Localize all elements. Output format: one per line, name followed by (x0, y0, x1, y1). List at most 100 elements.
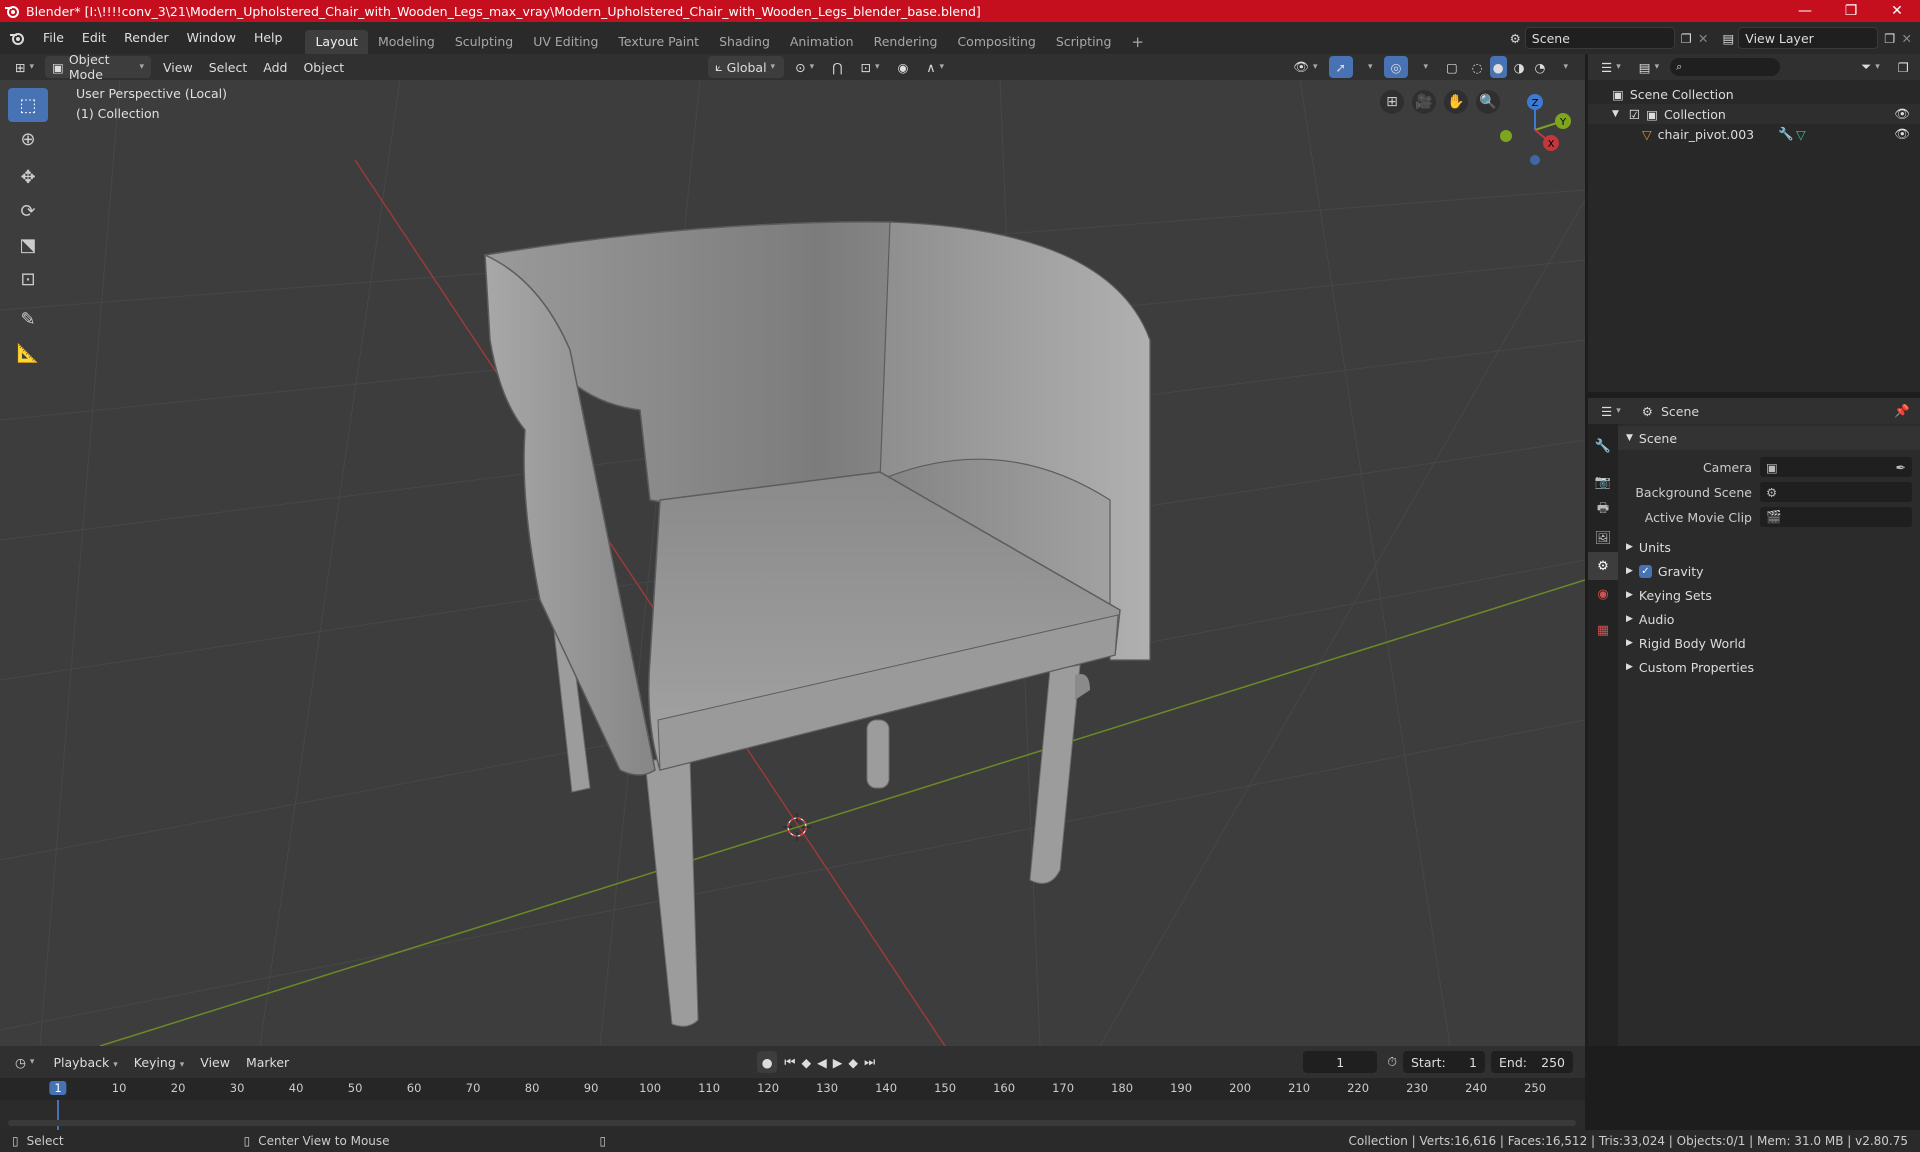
render-tab[interactable]: 📷 (1588, 468, 1618, 496)
delete-view-layer-icon[interactable]: ✕ (1902, 31, 1912, 46)
prev-keyframe-button[interactable]: ◆ (798, 1055, 814, 1070)
output-tab[interactable]: 🖶 (1588, 496, 1618, 524)
rigid-body-world-panel[interactable]: ▶ Rigid Body World (1618, 631, 1920, 655)
annotate-tool[interactable]: ✎ (8, 302, 48, 336)
tab-uv-editing[interactable]: UV Editing (523, 30, 608, 54)
custom-properties-panel[interactable]: ▶ Custom Properties (1618, 655, 1920, 679)
pivot-point-button[interactable]: ⊙ ▾ (788, 56, 821, 78)
play-button[interactable]: ▶ (830, 1055, 846, 1070)
maximize-button[interactable]: ❐ (1828, 0, 1874, 22)
collection-checkbox[interactable]: ☑ (1629, 107, 1640, 122)
gravity-checkbox[interactable]: ✓ (1638, 564, 1652, 578)
scene-icon[interactable]: ⚙ (1510, 31, 1521, 46)
next-keyframe-button[interactable]: ◆ (845, 1055, 861, 1070)
world-tab[interactable]: ◉ (1588, 580, 1618, 608)
new-collection-button[interactable]: ❐ (1891, 56, 1916, 78)
select-box-tool[interactable]: ⬚ (8, 88, 48, 122)
viewport-menu-object[interactable]: Object (295, 60, 352, 75)
play-reverse-button[interactable]: ◀ (814, 1055, 830, 1070)
toggle-camera-view-icon[interactable]: ⊞ (1380, 90, 1404, 114)
new-view-layer-icon[interactable]: ❐ (1884, 31, 1895, 46)
gravity-panel[interactable]: ▶ ✓ Gravity (1618, 559, 1920, 583)
shading-solid-button[interactable]: ● (1489, 56, 1507, 78)
tab-scripting[interactable]: Scripting (1046, 30, 1122, 54)
stopwatch-icon[interactable]: ⏱ (1387, 1054, 1397, 1070)
timeline-menu-keying[interactable]: Keying ▾ (126, 1055, 193, 1070)
scene-panel-header[interactable]: ▼ Scene (1618, 426, 1920, 450)
tab-animation[interactable]: Animation (780, 30, 864, 54)
scene-tab[interactable]: ⚙ (1588, 552, 1618, 580)
xray-toggle[interactable]: ▢ (1439, 56, 1465, 78)
overlays-dropdown[interactable]: ▾ (1412, 56, 1435, 78)
visibility-eye-icon[interactable]: 👁 (1894, 106, 1910, 122)
filter-button[interactable]: ⏷ ▾ (1854, 56, 1887, 78)
navigation-gizmo[interactable]: Z Y X (1490, 85, 1580, 175)
gizmos-toggle[interactable]: ➚ (1328, 56, 1353, 78)
timeline-scrollbar[interactable] (8, 1120, 1576, 1126)
snap-toggle[interactable]: ⋂ (825, 56, 849, 78)
tab-rendering[interactable]: Rendering (864, 30, 948, 54)
view-layer-selector[interactable]: View Layer (1738, 27, 1879, 49)
viewport-menu-select[interactable]: Select (201, 60, 256, 75)
tab-layout[interactable]: Layout (305, 30, 368, 54)
scene-selector[interactable]: Scene (1524, 27, 1675, 49)
tab-compositing[interactable]: Compositing (947, 30, 1045, 54)
editor-type-button[interactable]: ⊞ ▾ (8, 56, 41, 78)
menu-help[interactable]: Help (245, 22, 292, 54)
timeline-area[interactable]: 1 10 20 30 40 50 60 70 80 90 100 110 120 130 140 150 160… (0, 1078, 1585, 1130)
view-layer-icon[interactable]: ▤ (1722, 31, 1734, 46)
jump-end-button[interactable]: ⏭ (861, 1054, 878, 1070)
menu-edit[interactable]: Edit (73, 22, 115, 54)
timeline-menu-marker[interactable]: Marker (238, 1055, 297, 1070)
outliner-row-scene-collection[interactable]: ▣ Scene Collection (1588, 84, 1920, 104)
background-scene-field[interactable]: ⚙ (1760, 482, 1912, 502)
cursor-tool[interactable]: ⊕ (8, 122, 48, 156)
delete-scene-icon[interactable]: ✕ (1698, 31, 1708, 46)
jump-start-button[interactable]: ⏮ (781, 1054, 798, 1070)
mode-selector[interactable]: ▣ Object Mode ▾ (45, 52, 152, 82)
start-frame-field[interactable]: Start: 1 (1403, 1051, 1485, 1073)
viewport-menu-view[interactable]: View (155, 60, 201, 75)
proportional-editing-toggle[interactable]: ◉ (890, 56, 915, 78)
3d-viewport[interactable]: User Perspective (Local) (1) Collection … (0, 80, 1585, 1046)
active-movie-clip-field[interactable]: 🎬 (1760, 507, 1912, 527)
outliner-search-input[interactable]: ⌕ (1670, 58, 1781, 76)
current-frame-field[interactable]: 1 (1303, 1051, 1378, 1073)
texture-tab[interactable]: ▦ (1588, 616, 1618, 644)
object-visibility-eye-icon[interactable]: 👁 (1894, 126, 1910, 142)
display-mode-button[interactable]: ▤ ▾ (1632, 56, 1666, 78)
tab-shading[interactable]: Shading (709, 30, 780, 54)
camera-icon[interactable]: 🎥 (1412, 90, 1436, 114)
overlays-toggle[interactable]: ◎ (1383, 56, 1409, 78)
move-tool[interactable]: ✥ (8, 160, 48, 194)
shading-wireframe-button[interactable]: ◌ (1469, 56, 1486, 78)
tab-modeling[interactable]: Modeling (368, 30, 445, 54)
falloff-button[interactable]: ∧ ▾ (919, 56, 951, 78)
outliner-row-object[interactable]: ▽ chair_pivot.003 🔧 ▽ 👁 (1588, 124, 1920, 144)
viewport-menu-add[interactable]: Add (255, 60, 295, 75)
properties-editor-type[interactable]: ☰ ▾ (1594, 400, 1628, 422)
outliner-editor-type[interactable]: ☰ ▾ (1594, 56, 1628, 78)
end-frame-field[interactable]: End: 250 (1491, 1051, 1573, 1073)
menu-window[interactable]: Window (178, 22, 245, 54)
snap-target-button[interactable]: ⊡ ▾ (853, 56, 886, 78)
new-scene-icon[interactable]: ❐ (1681, 31, 1692, 46)
tab-sculpting[interactable]: Sculpting (445, 30, 523, 54)
menu-render[interactable]: Render (115, 22, 178, 54)
shading-material-button[interactable]: ◑ (1511, 56, 1528, 78)
add-workspace-button[interactable]: + (1121, 30, 1154, 54)
mesh-data-icon[interactable]: ▽ (1796, 127, 1806, 142)
menu-file[interactable]: File (34, 22, 73, 54)
audio-panel[interactable]: ▶ Audio (1618, 607, 1920, 631)
shading-options-dropdown[interactable]: ▾ (1552, 56, 1575, 78)
measure-tool[interactable]: 📐 (8, 336, 48, 370)
minimize-button[interactable]: — (1782, 0, 1828, 22)
blender-menu-icon[interactable] (8, 30, 26, 46)
expand-arrow-icon[interactable]: ▼ (1612, 109, 1619, 119)
timeline-menu-playback[interactable]: Playback ▾ (45, 1055, 125, 1070)
pin-icon[interactable]: 📌 (1894, 403, 1910, 419)
keying-sets-panel[interactable]: ▶ Keying Sets (1618, 583, 1920, 607)
frame-ruler[interactable]: 1 10 20 30 40 50 60 70 80 90 100 110 120 130 140 150 160… (0, 1078, 1585, 1100)
scale-tool[interactable]: ⬔ (8, 228, 48, 262)
gizmos-dropdown[interactable]: ▾ (1357, 56, 1380, 78)
